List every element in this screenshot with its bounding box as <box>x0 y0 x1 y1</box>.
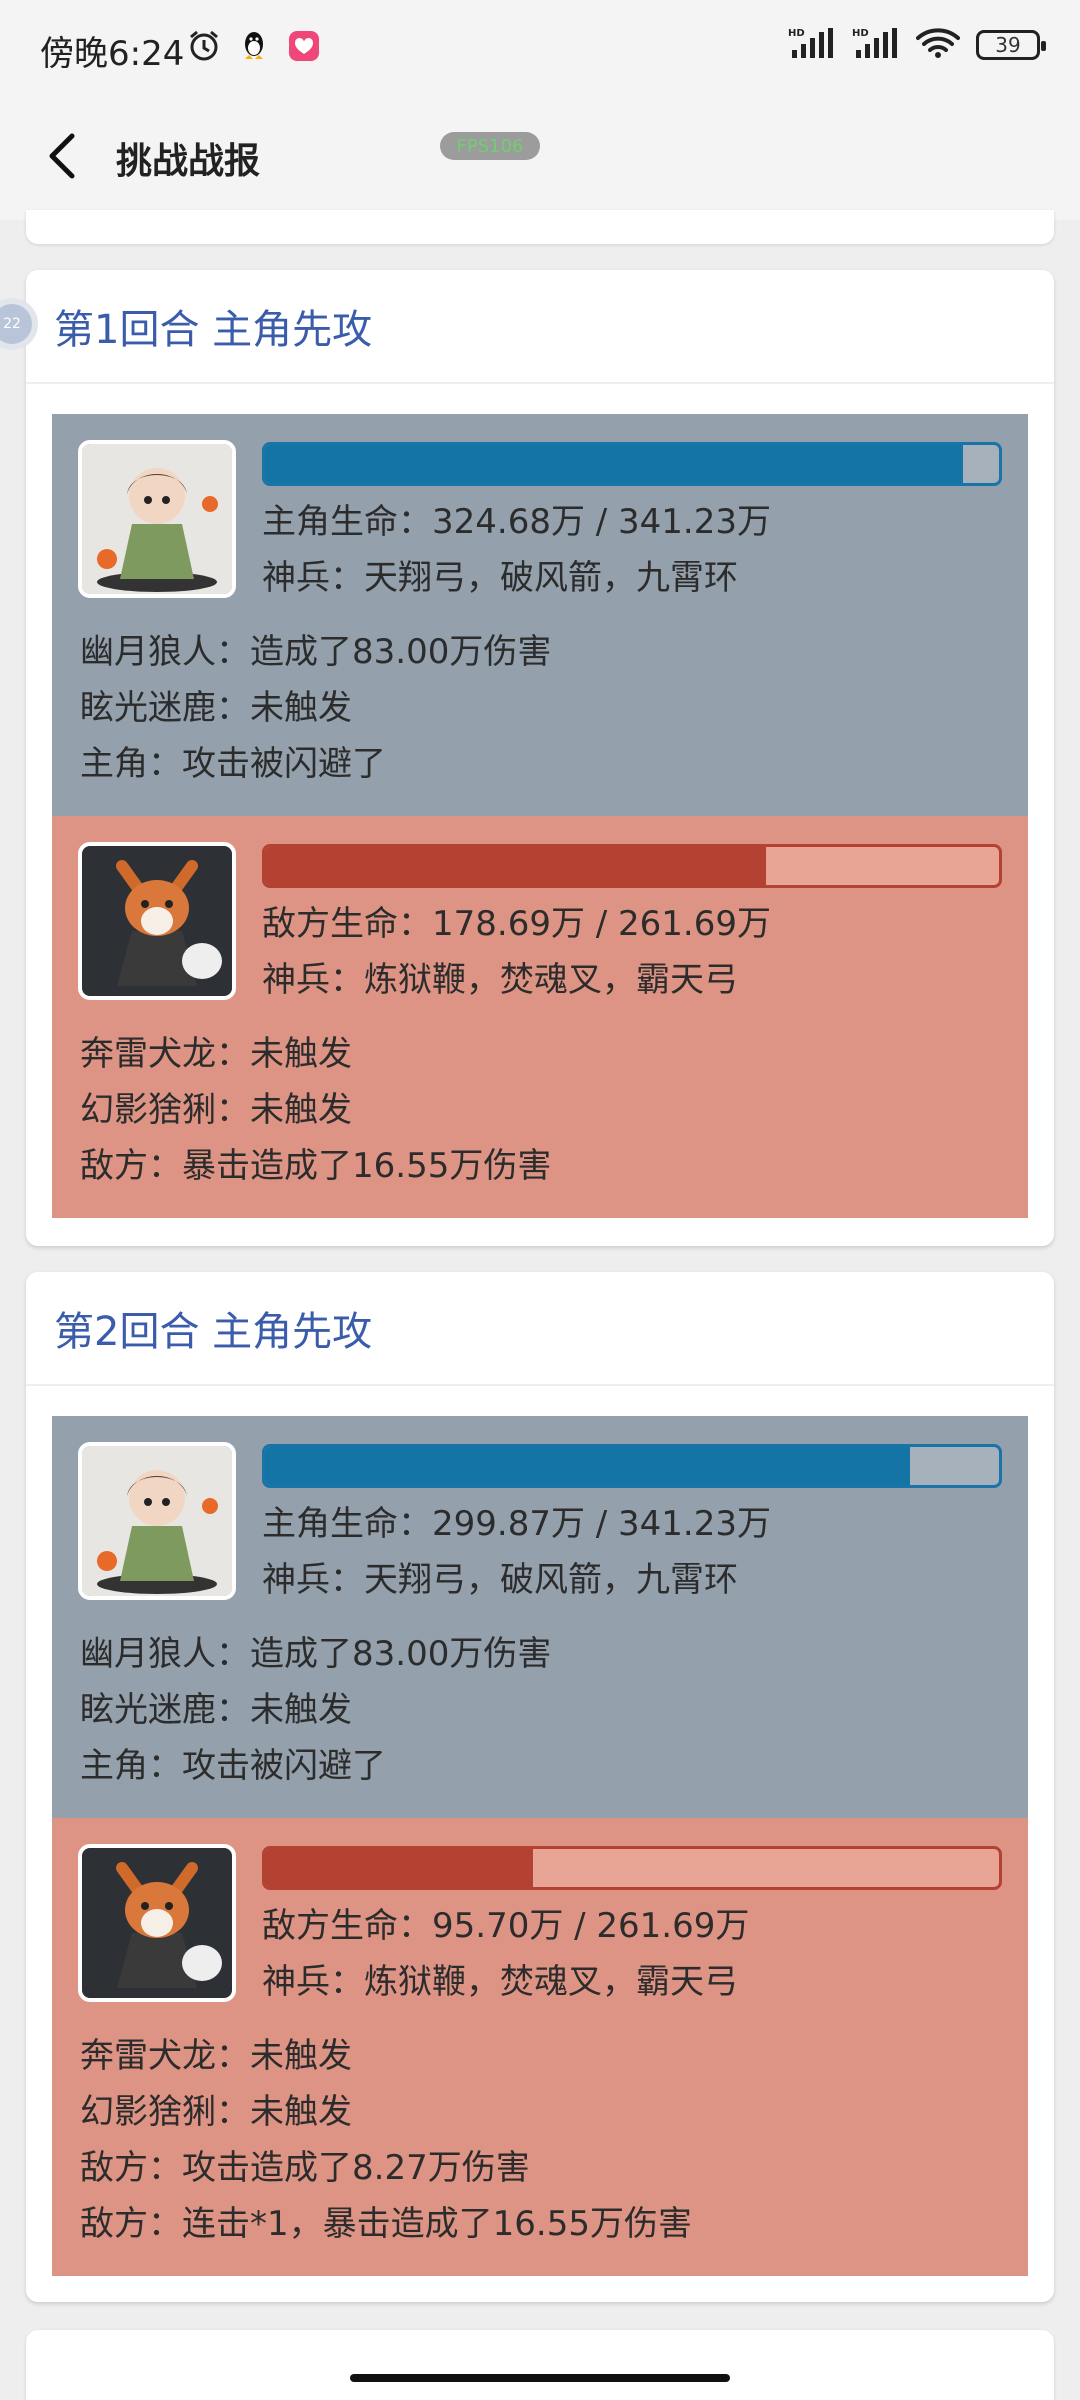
battle-log-line: 敌方：暴击造成了16.55万伤害 <box>80 1146 552 1186</box>
hero-hp-fill <box>265 1447 911 1485</box>
hero-panel: 主角生命：324.68万 / 341.23万 神兵：天翔弓，破风箭，九霄环 幽月… <box>52 414 1028 816</box>
home-indicator[interactable] <box>350 2374 730 2382</box>
battery-icon: 39 <box>976 30 1046 60</box>
battle-log-line: 幻影猞猁：未触发 <box>80 1090 352 1130</box>
previous-round-card <box>26 210 1054 244</box>
battle-log-line: 主角：攻击被闪避了 <box>80 1746 386 1786</box>
alarm-icon <box>186 28 222 64</box>
hero-panel: 主角生命：299.87万 / 341.23万 神兵：天翔弓，破风箭，九霄环 幽月… <box>52 1416 1028 1818</box>
battle-log-line: 眩光迷鹿：未触发 <box>80 688 352 728</box>
status-system-icons: HD HD 39 <box>788 26 1046 64</box>
battle-log-line: 敌方：攻击造成了8.27万伤害 <box>80 2148 530 2188</box>
round-title: 第2回合 主角先攻 <box>26 1272 1054 1386</box>
enemy-weapons: 神兵：炼狱鞭，焚魂叉，霸天弓 <box>262 1962 738 2002</box>
battle-log-line: 幻影猞猁：未触发 <box>80 2092 352 2132</box>
hero-hp-fill <box>265 445 964 483</box>
status-notification-icons <box>186 28 322 64</box>
round-card: 第1回合 主角先攻 主角生命：324.68万 / 341.23万 神兵：天翔弓，… <box>26 270 1054 1246</box>
battle-log-line: 奔雷犬龙：未触发 <box>80 2036 352 2076</box>
wifi-icon <box>916 26 960 64</box>
back-arrow-icon <box>49 133 75 179</box>
svg-text:HD: HD <box>788 28 805 39</box>
hero-hp-bar <box>262 442 1002 486</box>
signal-hd-icon: HD <box>788 26 836 64</box>
status-time: 傍晚6:24 <box>40 34 185 74</box>
round-card: 第2回合 主角先攻 主角生命：299.87万 / 341.23万 神兵：天翔弓，… <box>26 1272 1054 2302</box>
qq-penguin-icon <box>236 28 272 64</box>
enemy-hp-text: 敌方生命：95.70万 / 261.69万 <box>262 1906 750 1946</box>
battle-log-line: 眩光迷鹿：未触发 <box>80 1690 352 1730</box>
enemy-avatar <box>78 1844 236 2002</box>
battle-log-line: 幽月狼人：造成了83.00万伤害 <box>80 632 552 672</box>
app-notification-icon <box>286 28 322 64</box>
svg-text:HD: HD <box>852 28 869 39</box>
battle-log-line: 主角：攻击被闪避了 <box>80 744 386 784</box>
app-bar: 挑战战报 FPS106 <box>0 96 1080 220</box>
enemy-panel: 敌方生命：95.70万 / 261.69万 神兵：炼狱鞭，焚魂叉，霸天弓 奔雷犬… <box>52 1818 1028 2276</box>
hero-weapons: 神兵：天翔弓，破风箭，九霄环 <box>262 1560 738 1600</box>
back-button[interactable] <box>36 126 96 186</box>
hero-weapons: 神兵：天翔弓，破风箭，九霄环 <box>262 558 738 598</box>
battle-log-line: 敌方：连击*1，暴击造成了16.55万伤害 <box>80 2204 692 2244</box>
enemy-hp-text: 敌方生命：178.69万 / 261.69万 <box>262 904 772 944</box>
floating-badge-text: 22 <box>3 316 21 332</box>
battle-log-line: 奔雷犬龙：未触发 <box>80 1034 352 1074</box>
enemy-hp-bar <box>262 844 1002 888</box>
fps-badge: FPS106 <box>440 132 540 160</box>
status-bar: 傍晚6:24 HD HD 39 <box>0 0 1080 96</box>
enemy-hp-fill <box>265 847 767 885</box>
round-title: 第1回合 主角先攻 <box>26 270 1054 384</box>
battery-level: 39 <box>995 33 1021 57</box>
hero-hp-text: 主角生命：299.87万 / 341.23万 <box>262 1504 772 1544</box>
enemy-avatar <box>78 842 236 1000</box>
enemy-hp-fill <box>265 1849 534 1887</box>
enemy-weapons: 神兵：炼狱鞭，焚魂叉，霸天弓 <box>262 960 738 1000</box>
hero-avatar <box>78 440 236 598</box>
next-round-card <box>26 2330 1054 2400</box>
enemy-hp-bar <box>262 1846 1002 1890</box>
hero-avatar <box>78 1442 236 1600</box>
page-title: 挑战战报 <box>116 141 261 182</box>
hero-hp-bar <box>262 1444 1002 1488</box>
enemy-panel: 敌方生命：178.69万 / 261.69万 神兵：炼狱鞭，焚魂叉，霸天弓 奔雷… <box>52 816 1028 1218</box>
hero-hp-text: 主角生命：324.68万 / 341.23万 <box>262 502 772 542</box>
signal-hd-icon-2: HD <box>852 26 900 64</box>
battle-log-line: 幽月狼人：造成了83.00万伤害 <box>80 1634 552 1674</box>
